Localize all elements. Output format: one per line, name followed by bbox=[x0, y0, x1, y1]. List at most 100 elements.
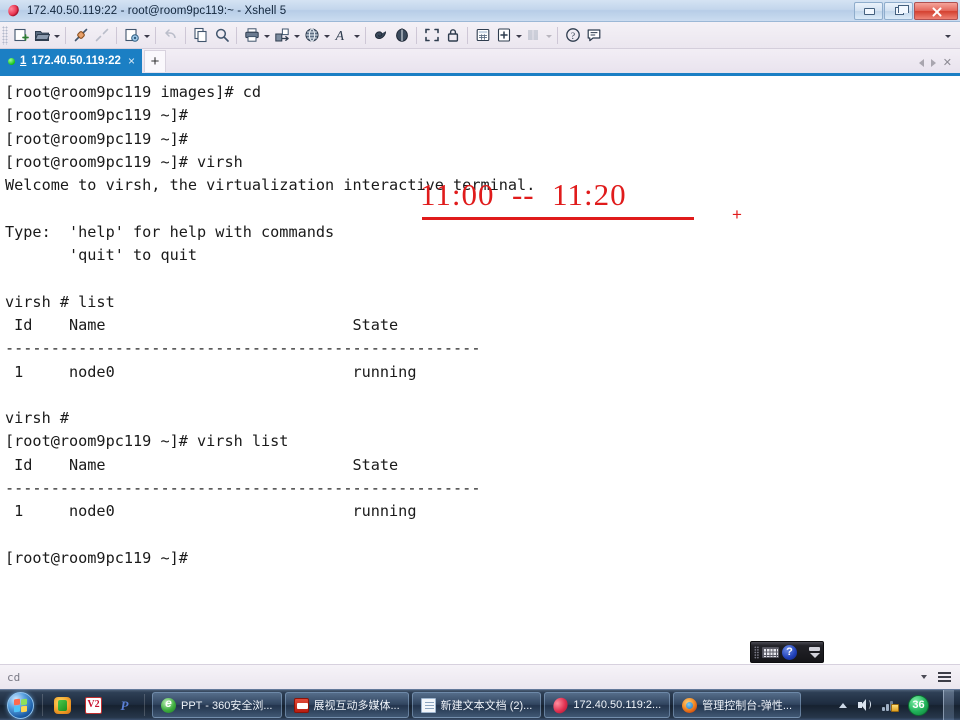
fullscreen-icon[interactable] bbox=[421, 24, 442, 46]
open-folder-caret[interactable] bbox=[52, 32, 61, 38]
close-button[interactable] bbox=[914, 1, 958, 20]
toolbar-overflow-caret[interactable] bbox=[943, 32, 952, 38]
quicklaunch-v2-icon[interactable]: V2 bbox=[85, 696, 102, 714]
tab-session-1[interactable]: 1 172.40.50.119:22 × bbox=[0, 49, 142, 73]
add-note-caret[interactable] bbox=[514, 32, 523, 38]
tab-status-dot bbox=[8, 57, 15, 65]
toolbar-separator bbox=[116, 26, 117, 44]
svg-text:?: ? bbox=[570, 32, 574, 42]
taskbar-divider bbox=[42, 694, 43, 716]
quick-launch-area: V2 P bbox=[46, 696, 141, 714]
tab-close-all-icon[interactable]: ✕ bbox=[943, 56, 952, 69]
windows-taskbar: V2 P PPT - 360安全浏... 展视互动多媒体... 新建文本文档 (… bbox=[0, 689, 960, 720]
taskbar-item-console[interactable]: 管理控制台-弹性... bbox=[673, 692, 802, 718]
globe-caret[interactable] bbox=[322, 32, 331, 38]
floating-mini-toolbar[interactable]: ? bbox=[750, 641, 824, 663]
status-dropdown-caret[interactable] bbox=[921, 675, 927, 679]
lock-icon[interactable] bbox=[442, 24, 463, 46]
title-bar: 172.40.50.119:22 - root@room9pc119:~ - X… bbox=[0, 0, 960, 22]
highlight-icon[interactable] bbox=[391, 24, 412, 46]
calculator-icon[interactable] bbox=[472, 24, 493, 46]
connect-icon[interactable] bbox=[70, 24, 91, 46]
tab-bar: 1 172.40.50.119:22 × + ✕ bbox=[0, 49, 960, 76]
properties-caret[interactable] bbox=[142, 32, 151, 38]
restore-button[interactable] bbox=[884, 1, 913, 20]
taskbar-items: PPT - 360安全浏... 展视互动多媒体... 新建文本文档 (2)...… bbox=[148, 692, 802, 718]
font-icon[interactable]: A bbox=[331, 24, 352, 46]
taskbar-item-zhanshi[interactable]: 展视互动多媒体... bbox=[284, 692, 409, 718]
toolbar-separator bbox=[185, 26, 186, 44]
volume-icon[interactable] bbox=[857, 698, 872, 712]
find-icon[interactable] bbox=[211, 24, 232, 46]
tab-navigation: ✕ bbox=[918, 56, 960, 73]
ie-browser-icon bbox=[161, 696, 176, 713]
firefox-icon bbox=[682, 697, 698, 713]
main-toolbar: A ? bbox=[0, 22, 960, 49]
annotation-plus-mark: + bbox=[732, 205, 742, 224]
compose-bar-icon[interactable] bbox=[370, 24, 391, 46]
transfer-file-icon[interactable] bbox=[271, 24, 292, 46]
status-bar: cd bbox=[0, 664, 960, 689]
tab-close-icon[interactable]: × bbox=[128, 54, 135, 68]
new-session-icon[interactable] bbox=[10, 24, 31, 46]
text-document-icon bbox=[420, 697, 436, 713]
collapse-arrows-icon[interactable] bbox=[809, 646, 820, 658]
toolbar-separator bbox=[365, 26, 366, 44]
window-title: 172.40.50.119:22 - root@room9pc119:~ - X… bbox=[27, 4, 287, 17]
show-desktop-button[interactable] bbox=[943, 689, 954, 720]
tray-overflow-caret[interactable] bbox=[839, 702, 847, 708]
font-caret[interactable] bbox=[352, 32, 361, 38]
time-annotation: 11:00 -- 11:20 bbox=[420, 177, 627, 212]
windows-logo-icon bbox=[6, 691, 34, 719]
tab-scroll-left-icon[interactable] bbox=[918, 58, 924, 67]
xshell-shell-icon bbox=[4, 3, 22, 19]
toolbar-separator bbox=[416, 26, 417, 44]
network-warning-icon[interactable] bbox=[882, 698, 899, 712]
toolbar-separator bbox=[467, 26, 468, 44]
toolbar-separator bbox=[557, 26, 558, 44]
quicklaunch-360-icon[interactable] bbox=[54, 696, 71, 714]
time-annotation-underline bbox=[422, 217, 694, 220]
open-folder-icon[interactable] bbox=[31, 24, 52, 46]
toolbar-separator bbox=[65, 26, 66, 44]
system-tray: 36 bbox=[839, 689, 960, 720]
onscreen-keyboard-icon[interactable] bbox=[762, 646, 779, 658]
globe-icon[interactable] bbox=[301, 24, 322, 46]
xshell-window: 172.40.50.119:22 - root@room9pc119:~ - X… bbox=[0, 0, 960, 720]
start-button[interactable] bbox=[1, 691, 39, 720]
transfer-file-caret[interactable] bbox=[292, 32, 301, 38]
properties-gear-icon[interactable] bbox=[121, 24, 142, 46]
status-command-text: cd bbox=[7, 670, 21, 684]
window-controls bbox=[853, 0, 960, 22]
taskbar-divider bbox=[144, 694, 145, 716]
svg-text:A: A bbox=[334, 29, 344, 43]
toolbar-separator bbox=[155, 26, 156, 44]
undo-icon bbox=[160, 24, 181, 46]
new-tab-button[interactable]: + bbox=[143, 50, 166, 72]
copy-icon[interactable] bbox=[190, 24, 211, 46]
quicklaunch-p-icon[interactable]: P bbox=[116, 697, 133, 714]
layout-caret bbox=[544, 32, 553, 38]
toolbar-grip[interactable] bbox=[2, 25, 8, 45]
status-menu-icon[interactable] bbox=[938, 672, 951, 682]
taskbar-item-label: PPT - 360安全浏... bbox=[181, 700, 273, 712]
disconnect-icon bbox=[91, 24, 112, 46]
add-note-icon[interactable] bbox=[493, 24, 514, 46]
taskbar-item-label: 管理控制台-弹性... bbox=[702, 700, 793, 712]
xshell-shell-icon bbox=[551, 695, 571, 715]
taskbar-item-textdoc[interactable]: 新建文本文档 (2)... bbox=[411, 692, 542, 718]
mini-toolbar-grip[interactable] bbox=[754, 645, 759, 659]
mini-help-button[interactable]: ? bbox=[782, 644, 797, 660]
minimize-button[interactable] bbox=[854, 1, 883, 20]
tab-scroll-right-icon[interactable] bbox=[930, 58, 936, 67]
taskbar-item-xshell[interactable]: 172.40.50.119:2... bbox=[544, 692, 671, 718]
toolbar-separator bbox=[236, 26, 237, 44]
help-icon[interactable]: ? bbox=[562, 24, 583, 46]
security-badge[interactable]: 36 bbox=[908, 694, 929, 716]
print-caret[interactable] bbox=[262, 32, 271, 38]
taskbar-item-ppt-browser[interactable]: PPT - 360安全浏... bbox=[152, 692, 282, 718]
print-icon[interactable] bbox=[241, 24, 262, 46]
tab-number: 1 bbox=[20, 55, 27, 67]
chat-icon[interactable] bbox=[583, 24, 604, 46]
terminal-screen[interactable]: [root@room9pc119 images]# cd [root@room9… bbox=[0, 79, 960, 664]
